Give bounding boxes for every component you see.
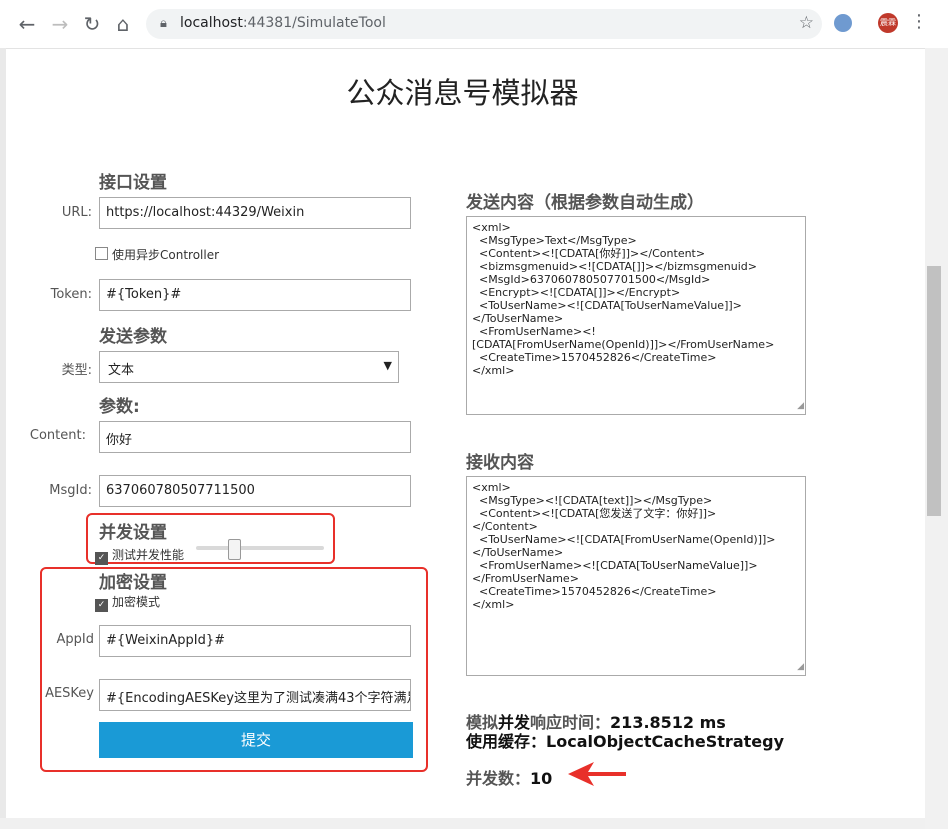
checkbox-checked-icon[interactable]: ✓ bbox=[95, 599, 108, 612]
send-content-xml: <xml> <MsgType>Text</MsgType> <Content><… bbox=[472, 221, 775, 377]
scrollbar-thumb[interactable] bbox=[927, 266, 941, 516]
aeskey-input[interactable]: #{EncodingAESKey这里为了测试凑满43个字符满足微 bbox=[99, 679, 411, 711]
url-input[interactable]: https://localhost:44329/Weixin bbox=[99, 197, 411, 229]
checkbox-checked-icon[interactable]: ✓ bbox=[95, 552, 108, 565]
send-content-textarea[interactable]: <xml> <MsgType>Text</MsgType> <Content><… bbox=[466, 216, 806, 415]
type-select-value: 文本 bbox=[108, 363, 135, 378]
receive-content-xml: <xml> <MsgType><![CDATA[text]]></MsgType… bbox=[472, 481, 776, 611]
concurrency-checkbox[interactable]: ✓ 测试并发性能 bbox=[95, 546, 184, 565]
checkbox-box[interactable] bbox=[95, 247, 108, 260]
window-left-edge bbox=[0, 48, 6, 829]
submit-button[interactable]: 提交 bbox=[99, 722, 413, 758]
aeskey-label: AESKey bbox=[45, 686, 94, 701]
resize-grip-icon[interactable]: ◢ bbox=[797, 400, 804, 413]
back-arrow-icon[interactable]: ← bbox=[15, 12, 39, 36]
msgid-input[interactable]: 637060780507711500 bbox=[99, 475, 411, 507]
concurrency-slider-handle[interactable] bbox=[228, 539, 241, 560]
type-label: 类型: bbox=[61, 363, 92, 378]
red-arrow-icon bbox=[568, 762, 626, 786]
bookmark-star-icon[interactable]: ☆ bbox=[799, 13, 814, 33]
lock-icon: 🔒︎ bbox=[160, 16, 167, 31]
resize-grip-icon[interactable]: ◢ bbox=[797, 661, 804, 674]
cache-label: 使用缓存： bbox=[466, 732, 547, 751]
concurrency-slider-track[interactable] bbox=[196, 546, 324, 550]
forward-arrow-icon[interactable]: → bbox=[48, 12, 72, 36]
token-input[interactable]: #{Token}# bbox=[99, 279, 411, 311]
token-label: Token: bbox=[50, 287, 92, 302]
url-label: URL: bbox=[61, 205, 92, 220]
address-url: localhost:44381/SimulateTool bbox=[180, 15, 386, 31]
concurrency-count-value: 10 bbox=[530, 769, 553, 788]
content-input[interactable]: 你好 bbox=[99, 421, 411, 453]
send-params-heading: 发送参数 bbox=[99, 327, 167, 347]
receive-content-heading: 接收内容 bbox=[466, 453, 534, 473]
cache-strategy-line: 使用缓存：LocalObjectCacheStrategy bbox=[466, 728, 784, 752]
encryption-heading: 加密设置 bbox=[99, 573, 167, 593]
page-title: 公众消息号模拟器 bbox=[346, 76, 579, 110]
browser-toolbar: ← → ↻ ⌂ 🔒︎ localhost:44381/SimulateTool … bbox=[0, 0, 948, 49]
appid-label: AppId bbox=[56, 632, 94, 647]
encryption-checkbox-label: 加密模式 bbox=[112, 595, 161, 609]
send-content-heading: 发送内容（根据参数自动生成） bbox=[466, 193, 704, 213]
page-bottom-strip bbox=[0, 818, 925, 829]
home-icon[interactable]: ⌂ bbox=[111, 12, 135, 36]
concurrency-heading: 并发设置 bbox=[99, 523, 167, 543]
type-select[interactable]: 文本 ▼ bbox=[99, 351, 399, 383]
receive-content-textarea[interactable]: <xml> <MsgType><![CDATA[text]]></MsgType… bbox=[466, 476, 806, 676]
appid-input[interactable]: #{WeixinAppId}# bbox=[99, 625, 411, 657]
msgid-label: MsgId: bbox=[49, 483, 92, 498]
url-path: :44381/SimulateTool bbox=[242, 15, 386, 31]
profile-avatar[interactable]: 震霖 bbox=[878, 13, 898, 33]
dropdown-arrow-icon: ▼ bbox=[383, 359, 392, 372]
concurrency-count-line: 并发数：10 bbox=[466, 765, 552, 789]
async-controller-label: 使用异步Controller bbox=[112, 248, 220, 262]
address-bar[interactable]: 🔒︎ localhost:44381/SimulateTool ☆ bbox=[146, 9, 822, 39]
concurrency-count-label: 并发数： bbox=[466, 769, 531, 788]
content-label: Content: bbox=[29, 428, 86, 443]
interface-settings-heading: 接口设置 bbox=[99, 173, 167, 193]
concurrency-checkbox-label: 测试并发性能 bbox=[112, 548, 185, 562]
reload-icon[interactable]: ↻ bbox=[80, 12, 104, 36]
cache-strategy-value: LocalObjectCacheStrategy bbox=[546, 732, 784, 751]
more-menu-icon[interactable]: ⋮ bbox=[910, 11, 928, 32]
async-controller-checkbox[interactable]: 使用异步Controller bbox=[95, 246, 219, 263]
encryption-checkbox[interactable]: ✓ 加密模式 bbox=[95, 593, 160, 612]
params-heading: 参数: bbox=[99, 397, 140, 417]
extension-icon[interactable] bbox=[834, 14, 852, 32]
url-host: localhost bbox=[180, 15, 243, 31]
